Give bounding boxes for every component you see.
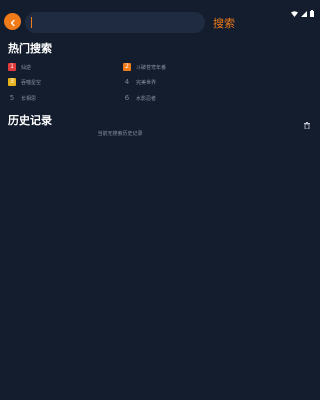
- back-button[interactable]: [4, 13, 21, 30]
- rank-number: 6: [124, 94, 130, 102]
- empty-history-text: 当前无搜索历史记录: [97, 131, 143, 137]
- hot-item-6[interactable]: 6 水影忍者: [123, 93, 156, 103]
- rank-number: 4: [124, 78, 130, 86]
- search-input[interactable]: [25, 12, 205, 33]
- hot-item-5[interactable]: 5 长相思: [8, 93, 36, 103]
- status-bar: [0, 0, 320, 17]
- trash-icon[interactable]: [304, 114, 310, 130]
- hot-item-label: 完美世界: [136, 79, 157, 86]
- hot-search-title: 热门搜索: [8, 42, 52, 55]
- hot-item-label: 斗破苍穹年番: [136, 64, 167, 71]
- wifi-icon: [291, 2, 298, 21]
- status-icons: [291, 2, 314, 21]
- hot-item-label: 吞噬星空: [21, 79, 42, 86]
- hot-item-label: 水影忍者: [136, 95, 157, 102]
- hot-item-1[interactable]: 1 仙逆: [8, 62, 31, 72]
- search-bar: 搜索: [0, 12, 240, 34]
- rank-badge: 1: [8, 63, 16, 71]
- hot-item-3[interactable]: 3 吞噬星空: [8, 77, 41, 87]
- text-cursor: [31, 17, 32, 28]
- signal-icon: [301, 2, 307, 21]
- rank-badge: 3: [8, 78, 16, 86]
- rank-number: 5: [9, 94, 15, 102]
- hot-item-4[interactable]: 4 完美世界: [123, 77, 156, 87]
- battery-icon: [310, 2, 314, 21]
- hot-item-label: 仙逆: [21, 64, 32, 71]
- arrow-left-icon: [9, 12, 17, 31]
- hot-item-label: 长相思: [21, 95, 37, 102]
- hot-item-2[interactable]: 2 斗破苍穹年番: [123, 62, 166, 72]
- rank-badge: 2: [123, 63, 131, 71]
- history-title: 历史记录: [8, 114, 52, 127]
- search-button[interactable]: 搜索: [213, 15, 235, 31]
